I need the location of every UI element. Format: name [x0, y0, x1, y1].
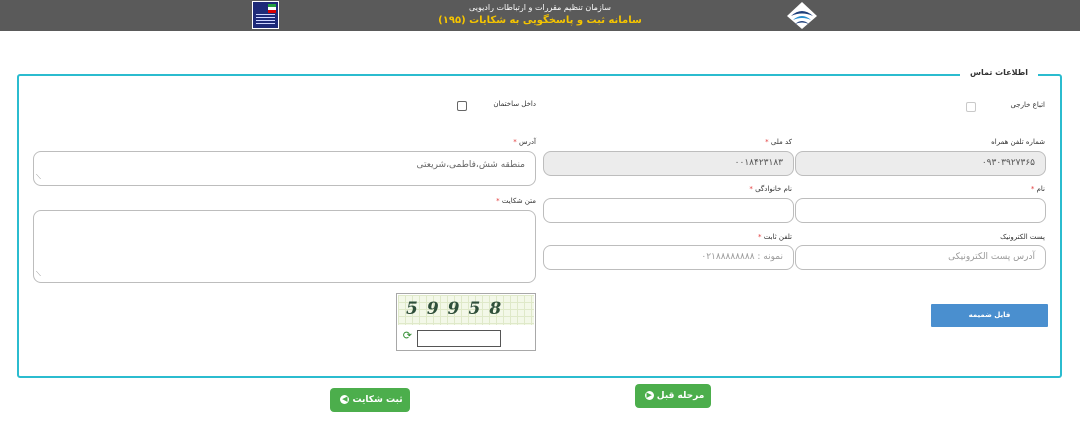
- captcha-box: 59958 ⟳: [396, 293, 536, 351]
- email-input[interactable]: آدرس پست الکترونیکی: [795, 245, 1046, 270]
- first-name-input[interactable]: [795, 198, 1046, 223]
- phone-input[interactable]: نمونه : ۰۲۱۸۸۸۸۸۸۸۸: [543, 245, 794, 270]
- cra-logo-icon: [787, 2, 817, 29]
- address-label: آدرس *: [513, 138, 536, 146]
- arrow-circle-icon: ◀: [340, 395, 350, 404]
- org-name: سازمان تنظیم مقررات و ارتباطات رادیویی: [469, 3, 611, 12]
- system-name: سامانه ثبت و پاسخگویی به شکایات (۱۹۵): [438, 15, 642, 26]
- national-code-label: کد ملی *: [765, 138, 792, 146]
- captcha-image: 59958: [398, 295, 534, 325]
- attach-file-button[interactable]: فایل ضمیمه: [931, 304, 1048, 327]
- arrow-circle-icon: ▶: [644, 391, 654, 400]
- mobile-label: شماره تلفن همراه: [991, 138, 1045, 146]
- national-code-field[interactable]: ۰۰۱۸۴۲۳۱۸۳: [543, 151, 794, 176]
- captcha-text: 59958: [406, 299, 511, 319]
- foreign-national-label: اتباع خارجی: [1010, 101, 1045, 109]
- contact-info-legend: اطلاعات تماس: [959, 68, 1038, 77]
- first-name-label: نام *: [1030, 185, 1045, 193]
- complaint-textarea[interactable]: ⟋: [33, 210, 536, 283]
- email-label: پست الکترونیک: [1000, 233, 1045, 241]
- ministry-logo-icon: [252, 1, 279, 29]
- inside-building-label: داخل ساختمان: [493, 100, 536, 108]
- last-name-input[interactable]: [543, 198, 794, 223]
- inside-building-checkbox[interactable]: [457, 101, 467, 111]
- resize-handle-icon[interactable]: ⟋: [36, 170, 41, 184]
- submit-complaint-button[interactable]: ثبت شکایت ◀: [330, 388, 410, 412]
- refresh-captcha-icon[interactable]: ⟳: [401, 330, 412, 341]
- address-textarea[interactable]: منطقه شش،فاطمی،شریعتی ⟋: [33, 151, 536, 186]
- mobile-field[interactable]: ۰۹۳۰۳۹۲۷۳۶۵: [795, 151, 1046, 176]
- phone-label: تلفن ثابت *: [758, 233, 792, 241]
- complaint-label: متن شکایت *: [496, 197, 536, 205]
- foreign-national-checkbox[interactable]: [966, 102, 976, 112]
- previous-step-button[interactable]: مرحله قبل ▶: [635, 384, 711, 408]
- header-bar: سازمان تنظیم مقررات و ارتباطات رادیویی س…: [0, 0, 1080, 31]
- address-value: منطقه شش،فاطمی،شریعتی: [416, 160, 525, 170]
- captcha-input[interactable]: [417, 330, 501, 347]
- last-name-label: نام خانوادگی *: [749, 185, 792, 193]
- resize-handle-icon[interactable]: ⟋: [36, 267, 41, 281]
